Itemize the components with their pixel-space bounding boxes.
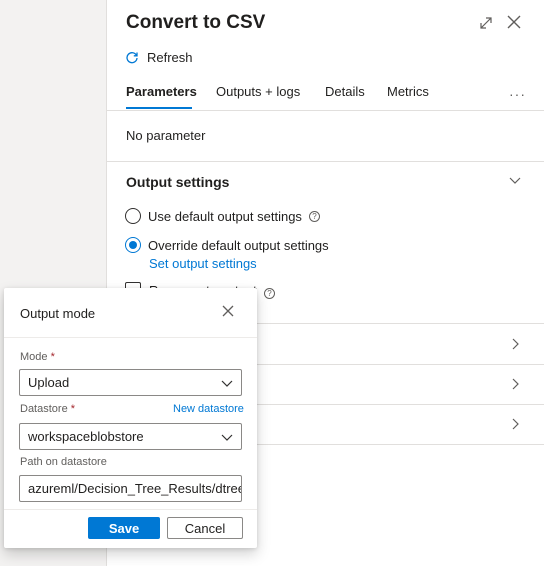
no-parameter-text: No parameter [126, 128, 206, 143]
new-datastore-link[interactable]: New datastore [173, 403, 244, 415]
mode-label: Mode * [20, 351, 55, 363]
radio-label: Override default output settings [148, 237, 329, 253]
close-icon[interactable] [505, 13, 523, 31]
save-button[interactable]: Save [88, 517, 160, 539]
chevron-right-icon[interactable] [508, 417, 522, 431]
panel-title: Convert to CSV [126, 12, 266, 33]
tab-parameters[interactable]: Parameters [126, 84, 197, 99]
tab-details[interactable]: Details [325, 84, 365, 99]
chevron-right-icon[interactable] [508, 377, 522, 391]
chevron-down-icon [221, 380, 233, 387]
dialog-title: Output mode [20, 306, 96, 321]
datastore-dropdown[interactable]: workspaceblobstore [19, 423, 242, 450]
radio-override-default[interactable]: Override default output settings [125, 237, 329, 253]
refresh-label: Refresh [147, 50, 193, 65]
dialog-close-icon[interactable] [221, 304, 235, 318]
path-input[interactable]: azureml/Decision_Tree_Results/dtree_... [19, 475, 242, 502]
chevron-down-icon [221, 434, 233, 441]
datastore-label: Datastore * [20, 403, 75, 415]
more-options-icon[interactable]: ··· [509, 86, 526, 102]
tab-outputs-logs[interactable]: Outputs + logs [216, 84, 300, 99]
radio-button-selected[interactable] [125, 237, 141, 253]
required-mark: * [50, 351, 55, 363]
chevron-right-icon[interactable] [508, 337, 522, 351]
cancel-button[interactable]: Cancel [167, 517, 243, 539]
dialog-divider [4, 509, 257, 510]
refresh-icon [126, 51, 138, 63]
mode-value: Upload [28, 375, 70, 390]
tab-metrics[interactable]: Metrics [387, 84, 429, 99]
active-tab-indicator [126, 107, 192, 109]
required-mark: * [70, 403, 76, 415]
info-icon[interactable]: ? [264, 288, 275, 299]
tabs-divider [107, 110, 544, 111]
radio-label: Use default output settings [148, 208, 302, 224]
refresh-button[interactable]: Refresh [125, 50, 193, 65]
set-output-settings-link[interactable]: Set output settings [149, 256, 257, 271]
expand-icon[interactable] [477, 14, 495, 32]
path-label: Path on datastore [20, 456, 107, 468]
radio-use-default[interactable]: Use default output settings ? [125, 208, 320, 224]
mode-label-text: Mode [20, 351, 48, 363]
datastore-label-text: Datastore [20, 403, 68, 415]
info-icon[interactable]: ? [308, 210, 320, 222]
mode-dropdown[interactable]: Upload [19, 369, 242, 396]
output-mode-dialog: Output mode Mode * Upload Datastore * Ne… [4, 288, 257, 548]
datastore-value: workspaceblobstore [28, 429, 144, 444]
section-divider [107, 161, 544, 162]
chevron-up-icon[interactable] [508, 173, 522, 187]
radio-button[interactable] [125, 208, 141, 224]
tab-bar: Parameters Outputs + logs Details Metric… [107, 82, 544, 110]
dialog-divider [4, 337, 257, 338]
output-settings-title: Output settings [126, 174, 230, 190]
